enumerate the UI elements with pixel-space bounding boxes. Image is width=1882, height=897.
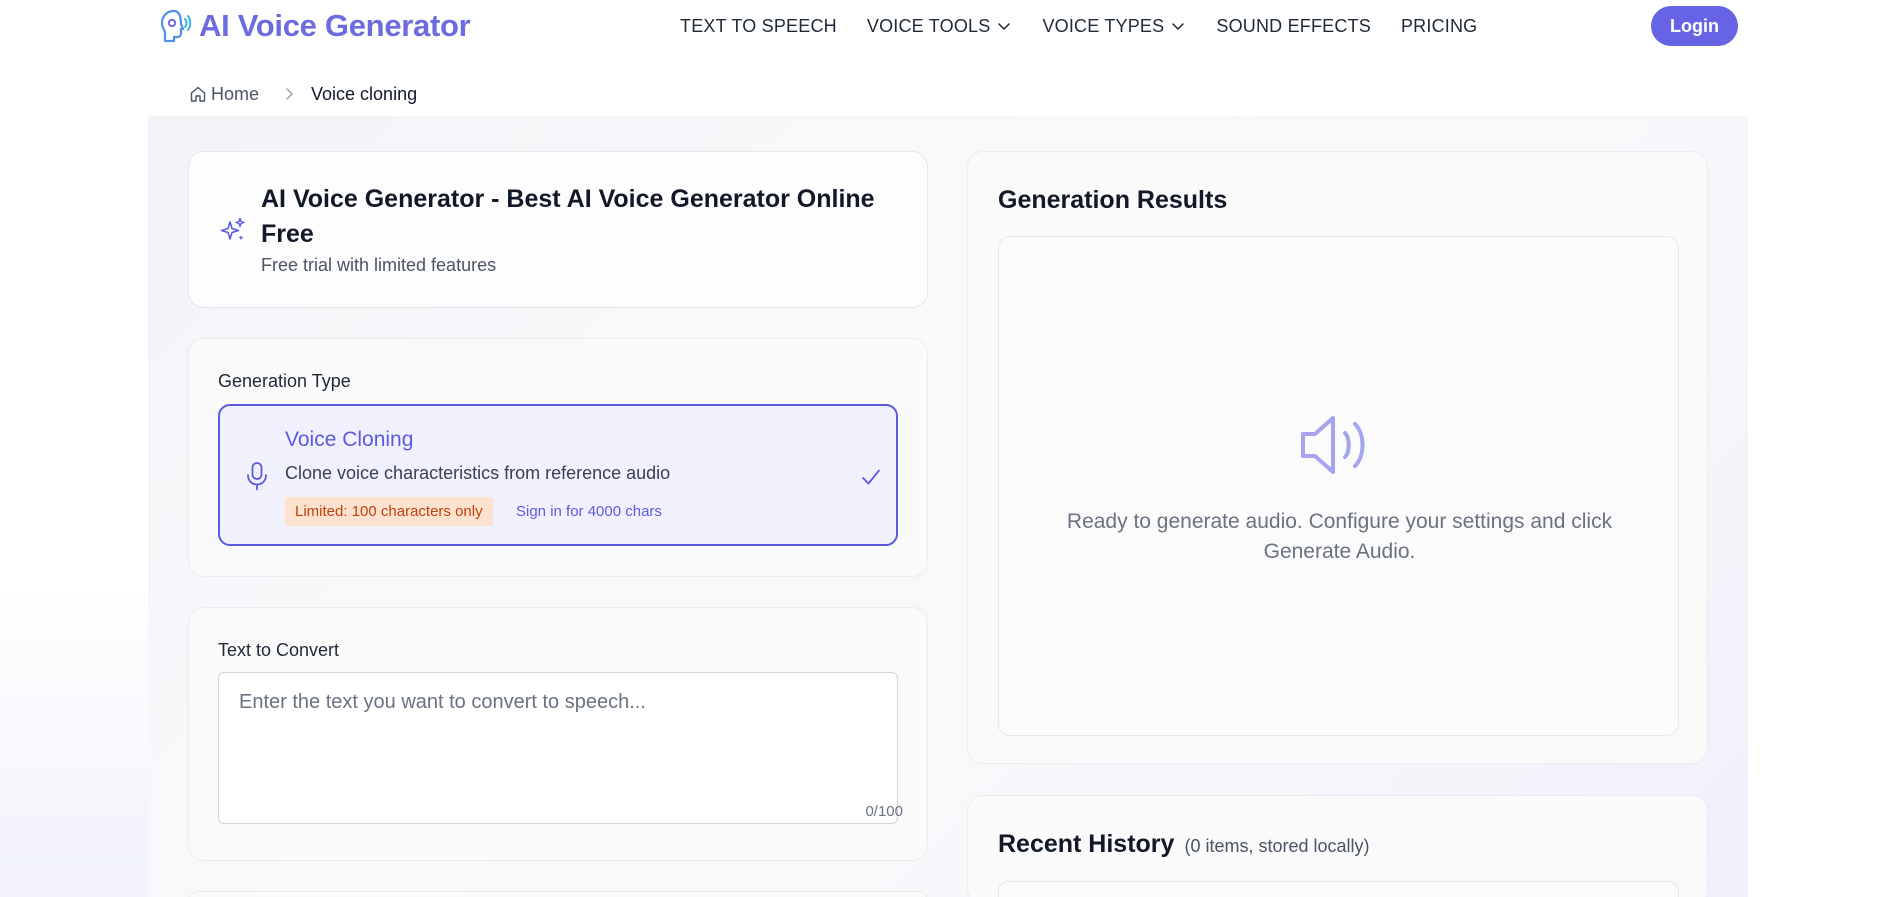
option-description: Clone voice characteristics from referen… bbox=[285, 463, 671, 483]
results-empty-state: Ready to generate audio. Configure your … bbox=[998, 236, 1679, 736]
page-subtitle: Free trial with limited features bbox=[261, 255, 497, 275]
generation-type-label: Generation Type bbox=[218, 371, 351, 391]
recent-history-card: Recent History (0 items, stored locally) bbox=[967, 795, 1708, 897]
nav-label: VOICE TOOLS bbox=[866, 15, 991, 36]
voice-cloning-option[interactable]: Voice Cloning Clone voice characteristic… bbox=[218, 404, 898, 546]
nav-voice-tools[interactable]: VOICE TOOLS bbox=[867, 16, 1013, 37]
sign-in-link[interactable]: Sign in for 4000 chars bbox=[516, 503, 662, 520]
chevron-right-icon bbox=[286, 88, 293, 100]
site-header: AI Voice Generator TEXT TO SPEECH VOICE … bbox=[0, 0, 1882, 60]
history-title: Recent History bbox=[998, 830, 1175, 858]
nav-text-to-speech[interactable]: TEXT TO SPEECH bbox=[680, 16, 837, 37]
nav-sound-effects[interactable]: SOUND EFFECTS bbox=[1216, 16, 1371, 37]
generation-type-card: Generation Type Voice Cloning Clone voic… bbox=[188, 338, 928, 577]
results-title: Generation Results bbox=[998, 186, 1228, 214]
logo-text: AI Voice Generator bbox=[199, 8, 471, 43]
chevron-down-icon bbox=[1172, 23, 1185, 30]
empty-state-message: Ready to generate audio. Configure your … bbox=[1066, 510, 1613, 563]
check-icon bbox=[862, 469, 880, 485]
breadcrumb: Home Voice cloning bbox=[189, 82, 417, 106]
title-card: AI Voice Generator - Best AI Voice Gener… bbox=[188, 151, 928, 308]
nav-label: VOICE TYPES bbox=[1042, 15, 1165, 36]
history-subtitle: (0 items, stored locally) bbox=[1184, 836, 1370, 856]
microphone-icon bbox=[247, 462, 267, 491]
breadcrumb-home-link[interactable]: Home bbox=[211, 84, 259, 105]
nav-label: SOUND EFFECTS bbox=[1216, 15, 1371, 36]
limit-badge: Limited: 100 characters only bbox=[285, 497, 493, 526]
text-to-convert-input[interactable] bbox=[218, 672, 898, 824]
nav-label: PRICING bbox=[1400, 15, 1478, 36]
head-sound-icon bbox=[160, 9, 192, 43]
history-list bbox=[998, 881, 1679, 897]
site-logo[interactable]: AI Voice Generator bbox=[159, 8, 471, 44]
text-input-label: Text to Convert bbox=[218, 640, 340, 660]
breadcrumb-current: Voice cloning bbox=[311, 83, 418, 104]
speaker-icon bbox=[1301, 416, 1365, 474]
page-background-left bbox=[0, 116, 148, 897]
page-title: AI Voice Generator - Best AI Voice Gener… bbox=[261, 185, 875, 248]
option-title: Voice Cloning bbox=[285, 428, 414, 451]
login-button[interactable]: Login bbox=[1651, 6, 1738, 46]
sparkles-icon bbox=[220, 217, 245, 241]
nav-pricing[interactable]: PRICING bbox=[1401, 16, 1477, 37]
character-count: 0/100 bbox=[865, 803, 903, 820]
nav-voice-types[interactable]: VOICE TYPES bbox=[1042, 16, 1186, 37]
text-input-card: Text to Convert 0/100 bbox=[188, 607, 928, 861]
generation-results-card: Generation Results Ready to generate aud… bbox=[967, 151, 1708, 764]
chevron-down-icon bbox=[998, 23, 1011, 30]
main-nav: TEXT TO SPEECH VOICE TOOLS VOICE TYPES S… bbox=[680, 14, 1477, 38]
home-icon bbox=[190, 86, 206, 102]
next-card-edge bbox=[188, 891, 928, 897]
nav-label: TEXT TO SPEECH bbox=[680, 15, 837, 36]
history-header: Recent History (0 items, stored locally) bbox=[998, 830, 1370, 859]
